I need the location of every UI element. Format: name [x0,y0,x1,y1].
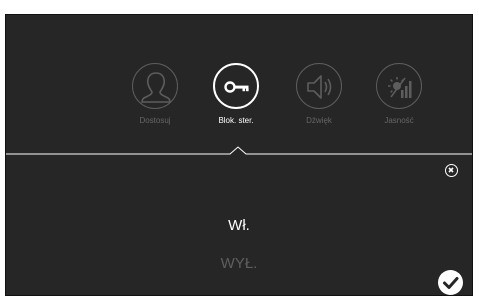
menu-item-dostosuj[interactable]: Dostosuj [127,57,189,157]
checkmark-icon [443,277,459,289]
key-icon [213,63,259,109]
speaker-icon [296,63,342,109]
person-icon [132,63,178,109]
menu-item-blok-ster[interactable]: Blok. ster. [208,57,270,157]
option-on[interactable]: Wł. [6,217,472,234]
brightness-icon [376,63,422,109]
option-off[interactable]: WYŁ. [6,255,472,272]
device-screen: Dostosuj Blok. ster. Dźwięk Jasność Wł. … [5,14,473,296]
close-icon [448,167,454,173]
menu-item-label: Dostosuj [139,116,171,125]
menu-item-label: Dźwięk [306,116,332,125]
menu-item-label: Jasność [384,116,414,125]
menu-item-dzwiek[interactable]: Dźwięk [291,57,353,157]
close-button[interactable] [445,164,458,177]
confirm-button[interactable] [438,270,463,295]
menu-item-label: Blok. ster. [218,116,254,125]
menu-divider [6,146,472,155]
menu-item-jasnosc[interactable]: Jasność [371,57,433,157]
